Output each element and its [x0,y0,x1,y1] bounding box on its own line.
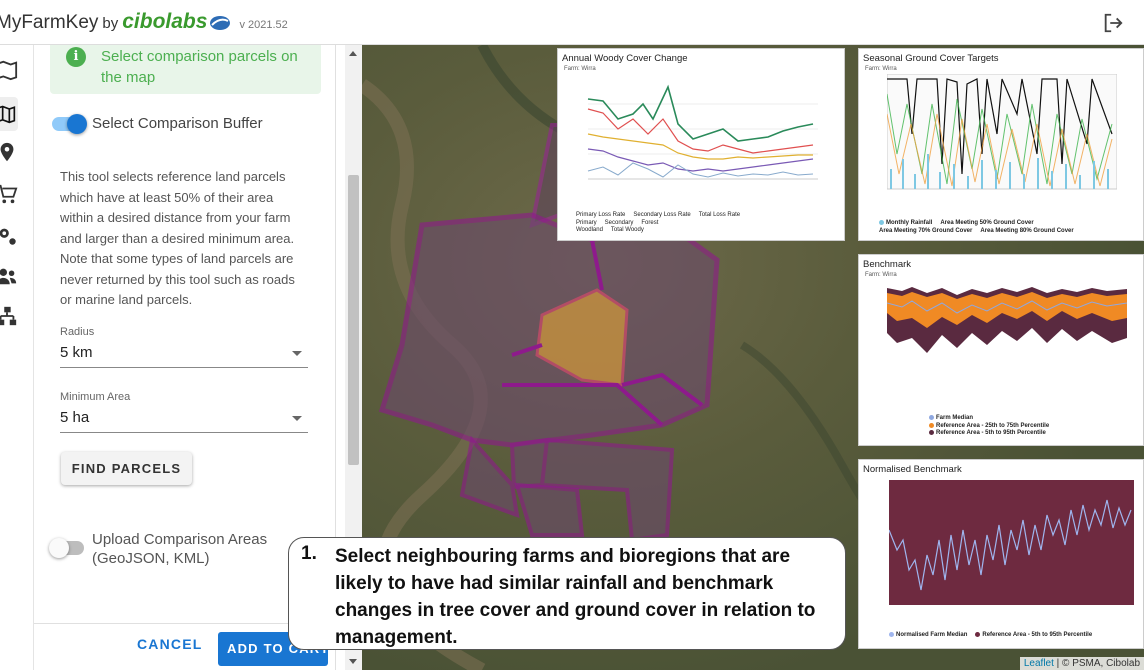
callout-number: 1. [301,543,317,564]
chart-subtitle: Farm: Wirra [865,272,897,278]
chart-title: Benchmark [863,259,912,270]
chart-title: Seasonal Ground Cover Targets [863,53,999,64]
legend-item: Normalised Farm Median [889,632,967,640]
chart-legend: Farm Median Reference Area - 25th to 75t… [929,415,1139,438]
app-name: MyFarmKey [0,12,99,33]
version-label: v 2021.52 [239,19,288,31]
legend-item: Secondary Loss Rate [633,212,691,218]
legend-item: Area Meeting 50% Ground Cover [940,220,1034,227]
buffer-toggle-label: Select Comparison Buffer [92,115,263,132]
nav-rail [0,45,34,670]
normalised-plot [889,480,1134,605]
location-pin-icon[interactable] [0,141,18,163]
map-icon[interactable] [0,59,18,81]
compare-parcels-tab[interactable] [0,97,18,131]
compare-parcels-icon [0,105,16,124]
leaflet-link[interactable]: Leaflet [1024,658,1054,669]
instruction-callout: 1. Select neighbouring farms and bioregi… [288,537,846,650]
partner-logo-icon [210,15,231,30]
brand-by: by [102,15,119,32]
chevron-down-icon[interactable] [292,416,302,421]
scroll-down-arrow[interactable] [349,659,357,664]
group-icon[interactable] [0,265,18,287]
logout-icon[interactable] [1102,12,1124,34]
legend-item: Secondary [604,219,634,226]
scroll-up-arrow[interactable] [349,51,357,56]
info-text: Select comparison parcels on the map [101,48,298,86]
chevron-down-icon[interactable] [292,351,302,356]
legend-item: Area Meeting 80% Ground Cover [980,227,1074,234]
chart-title: Annual Woody Cover Change [562,53,688,64]
upload-toggle[interactable] [49,538,84,558]
legend-item: Monthly Rainfall [879,220,932,228]
woody-plot [587,84,818,180]
min-area-select[interactable]: Minimum Area 5 ha [60,391,308,433]
partner-logo: cibolabs [122,10,208,33]
attribution-text: | © PSMA, Cibolab [1053,658,1140,669]
legend-item: Reference Area - 25th to 75th Percentile [929,422,1139,431]
benchmark-chart: Benchmark Farm: Wirra Farm Median Refere… [858,254,1144,446]
legend-item: Forest [641,219,659,226]
map-attribution: Leaflet | © PSMA, Cibolab [1019,657,1144,670]
upload-toggle-label: Upload Comparison Areas (GeoJSON, KML) [92,531,268,567]
cart-icon[interactable] [0,183,18,205]
chart-title: Normalised Benchmark [863,464,962,475]
settings-icon[interactable] [0,225,18,247]
brand-logo: MyFarmKey by cibolabs v 2021.52 [0,10,288,34]
legend-item: Primary [576,219,597,226]
toggle-knob [49,538,69,558]
legend-item: Primary Loss Rate [576,212,626,218]
top-bar: MyFarmKey by cibolabs v 2021.52 [0,0,1144,45]
chart-subtitle: Farm: Wirra [564,66,596,72]
radius-select[interactable]: Radius 5 km [60,326,308,368]
radius-label: Radius [60,326,95,338]
seasonal-ground-cover-chart: Seasonal Ground Cover Targets Farm: Wirr… [858,48,1144,241]
legend-item: Farm Median [929,415,1139,423]
normalised-benchmark-chart: Normalised Benchmark Normalised Farm Med… [858,459,1144,649]
min-area-value[interactable]: 5 ha [60,409,308,433]
chart-legend: Monthly Rainfall Area Meeting 50% Ground … [879,220,1141,235]
seasonal-plot [887,74,1117,190]
chart-legend: Normalised Farm Median Reference Area - 5… [889,632,1141,640]
min-area-label: Minimum Area [60,391,131,403]
woody-cover-chart: Annual Woody Cover Change Farm: Wirra Pr… [557,48,845,241]
toggle-knob [67,114,87,134]
legend-item: Total Woody [610,227,644,233]
radius-value[interactable]: 5 km [60,344,308,368]
legend-item: Area Meeting 70% Ground Cover [879,227,973,234]
info-icon: i [66,47,86,67]
legend-item: Woodland [576,227,603,233]
find-parcels-button[interactable]: FIND PARCELS [61,452,192,485]
legend-item: Reference Area - 5th to 95th Percentile [929,430,1139,438]
scroll-thumb[interactable] [348,175,359,465]
benchmark-plot [887,287,1128,353]
buffer-toggle[interactable] [52,114,87,134]
tool-description: This tool selects reference land parcels… [60,169,295,307]
chart-subtitle: Farm: Wirra [865,66,897,72]
sitemap-icon[interactable] [0,305,18,327]
cancel-button[interactable]: CANCEL [137,636,203,652]
legend-item: Total Loss Rate [698,212,741,218]
legend-item: Reference Area - 5th to 95th Percentile [975,632,1092,640]
chart-legend: Primary Loss Rate Secondary Loss Rate Tota… [576,212,836,235]
callout-text: Select neighbouring farms and bioregions… [335,546,816,648]
info-alert: i Select comparison parcels on the map [50,45,321,94]
app-window: MyFarmKey by cibolabs v 2021.52 i Select co… [0,0,1144,670]
